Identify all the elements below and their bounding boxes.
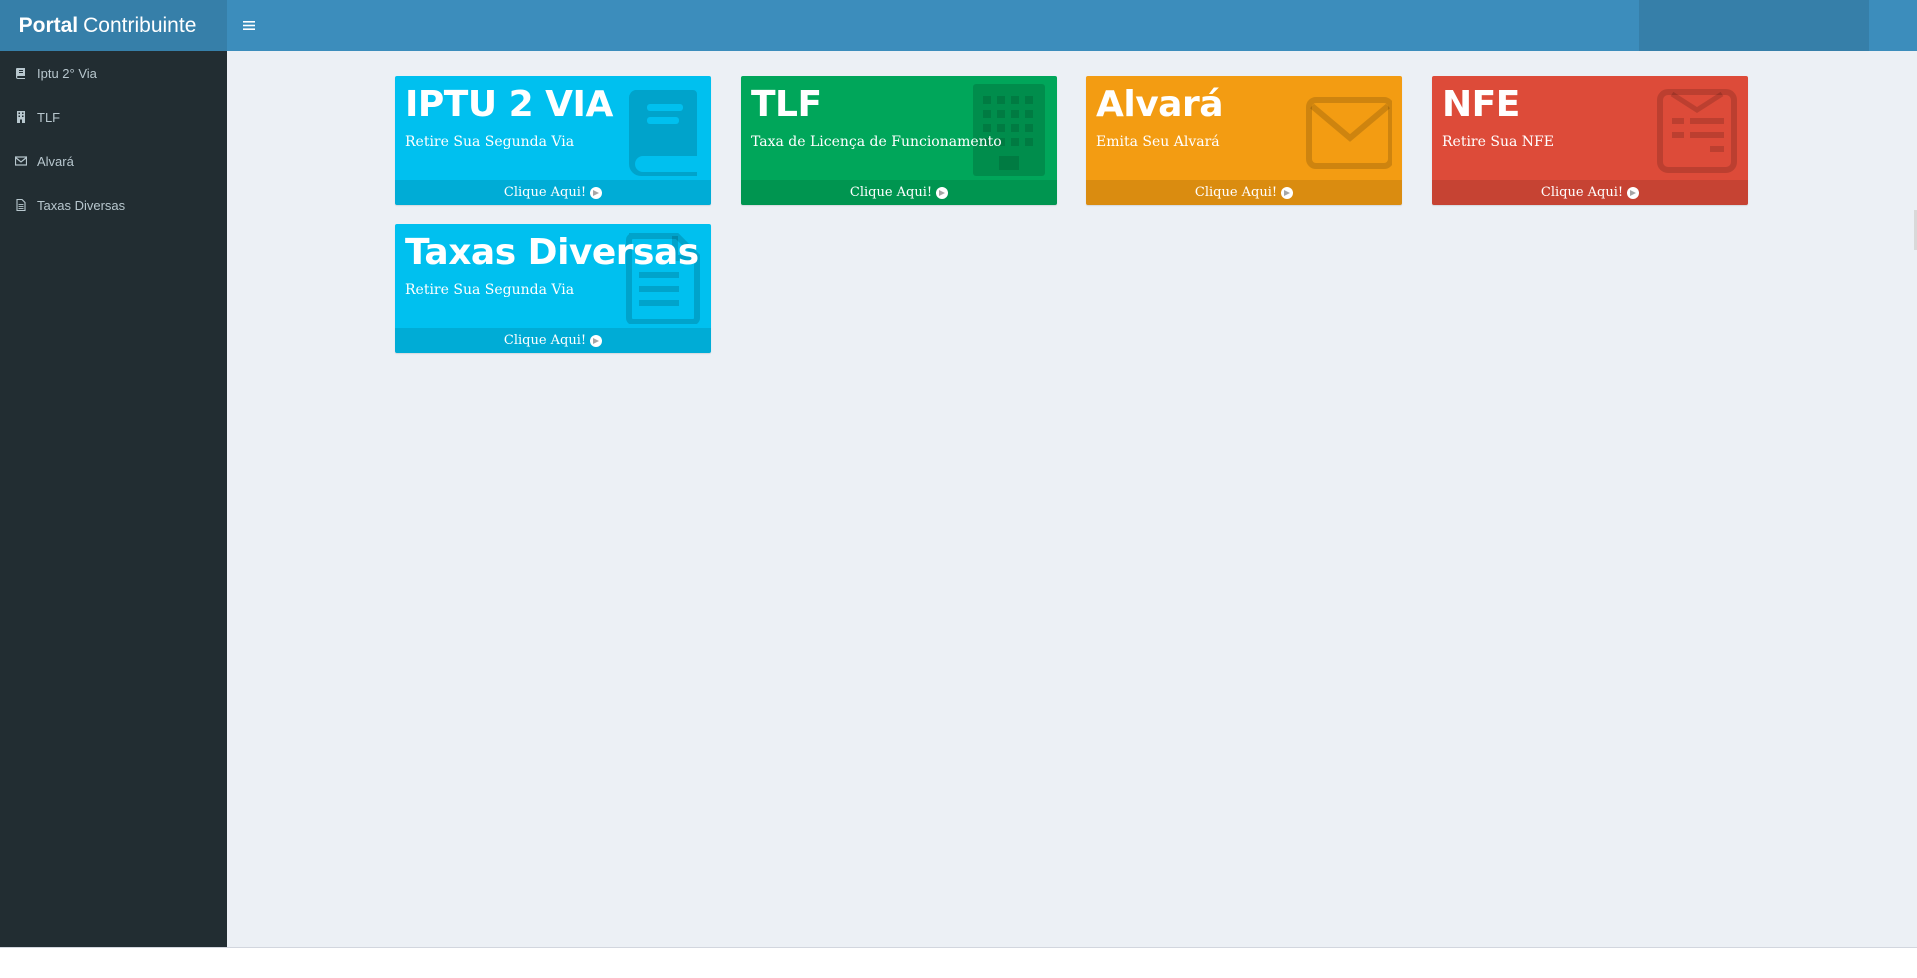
sidebar-item-label: Taxas Diversas bbox=[37, 197, 126, 213]
card-title: IPTU 2 VIA bbox=[405, 84, 613, 125]
card-subtitle: Retire Sua NFE bbox=[1442, 133, 1554, 150]
logo[interactable]: Portal Contribuinte bbox=[0, 0, 227, 51]
sidebar-menu: Iptu 2° Via TLF Alvará Taxas Diversas bbox=[0, 51, 227, 227]
book-icon bbox=[15, 67, 27, 79]
card-title: NFE bbox=[1442, 84, 1520, 125]
page-footer bbox=[0, 947, 1917, 978]
card-link-label: Clique Aqui! bbox=[849, 185, 933, 200]
hamburger-icon bbox=[243, 20, 255, 30]
arrow-circle-right-icon bbox=[1281, 186, 1294, 199]
arrow-circle-right-icon bbox=[936, 186, 949, 199]
sidebar-item-label: TLF bbox=[37, 109, 61, 125]
envelope-icon bbox=[15, 155, 27, 167]
card-title: Taxas Diversas bbox=[405, 232, 699, 273]
taxas-card: Taxas Diversas Retire Sua Segunda Via Cl… bbox=[395, 224, 711, 353]
top-navbar bbox=[227, 0, 1917, 51]
card-title: TLF bbox=[751, 84, 822, 125]
card-link-label: Clique Aqui! bbox=[1540, 185, 1624, 200]
arrow-circle-right-icon bbox=[1627, 186, 1640, 199]
card-subtitle: Emita Seu Alvará bbox=[1096, 133, 1220, 150]
sidebar-item-iptu[interactable]: Iptu 2° Via bbox=[0, 51, 227, 95]
file-text-icon bbox=[15, 199, 27, 211]
card-title: Alvará bbox=[1096, 84, 1224, 125]
sidebar-item-label: Alvará bbox=[37, 153, 74, 169]
logo-bold: Portal bbox=[18, 13, 79, 37]
sidebar: Portal Contribuinte Iptu 2° Via TLF Alva… bbox=[0, 0, 227, 947]
arrow-circle-right-icon bbox=[590, 186, 603, 199]
sidebar-item-taxas[interactable]: Taxas Diversas bbox=[0, 183, 227, 227]
taxas-link[interactable]: Clique Aqui! bbox=[395, 328, 711, 353]
tlf-link[interactable]: Clique Aqui! bbox=[741, 180, 1057, 205]
user-menu-area[interactable] bbox=[1639, 0, 1869, 51]
building-icon bbox=[15, 111, 27, 123]
iptu-link[interactable]: Clique Aqui! bbox=[395, 180, 711, 205]
card-link-label: Clique Aqui! bbox=[1194, 185, 1278, 200]
sidebar-item-tlf[interactable]: TLF bbox=[0, 95, 227, 139]
card-link-label: Clique Aqui! bbox=[503, 333, 587, 348]
nfe-card: NFE Retire Sua NFE Clique Aqui! bbox=[1432, 76, 1748, 205]
card-subtitle: Retire Sua Segunda Via bbox=[405, 133, 575, 150]
content-area: IPTU 2 VIA Retire Sua Segunda Via Clique… bbox=[227, 51, 1917, 947]
card-link-label: Clique Aqui! bbox=[503, 185, 587, 200]
sidebar-toggle-button[interactable] bbox=[239, 15, 259, 35]
alvara-card: Alvará Emita Seu Alvará Clique Aqui! bbox=[1086, 76, 1402, 205]
logo-light: Contribuinte bbox=[83, 13, 197, 37]
sidebar-item-alvara[interactable]: Alvará bbox=[0, 139, 227, 183]
tlf-card: TLF Taxa de Licença de Funcionamento Cli… bbox=[741, 76, 1057, 205]
card-subtitle: Taxa de Licença de Funcionamento bbox=[751, 133, 1002, 150]
arrow-circle-right-icon bbox=[590, 334, 603, 347]
sidebar-item-label: Iptu 2° Via bbox=[37, 65, 97, 81]
card-subtitle: Retire Sua Segunda Via bbox=[405, 281, 575, 298]
alvara-link[interactable]: Clique Aqui! bbox=[1086, 180, 1402, 205]
nfe-link[interactable]: Clique Aqui! bbox=[1432, 180, 1748, 205]
iptu-card: IPTU 2 VIA Retire Sua Segunda Via Clique… bbox=[395, 76, 711, 205]
